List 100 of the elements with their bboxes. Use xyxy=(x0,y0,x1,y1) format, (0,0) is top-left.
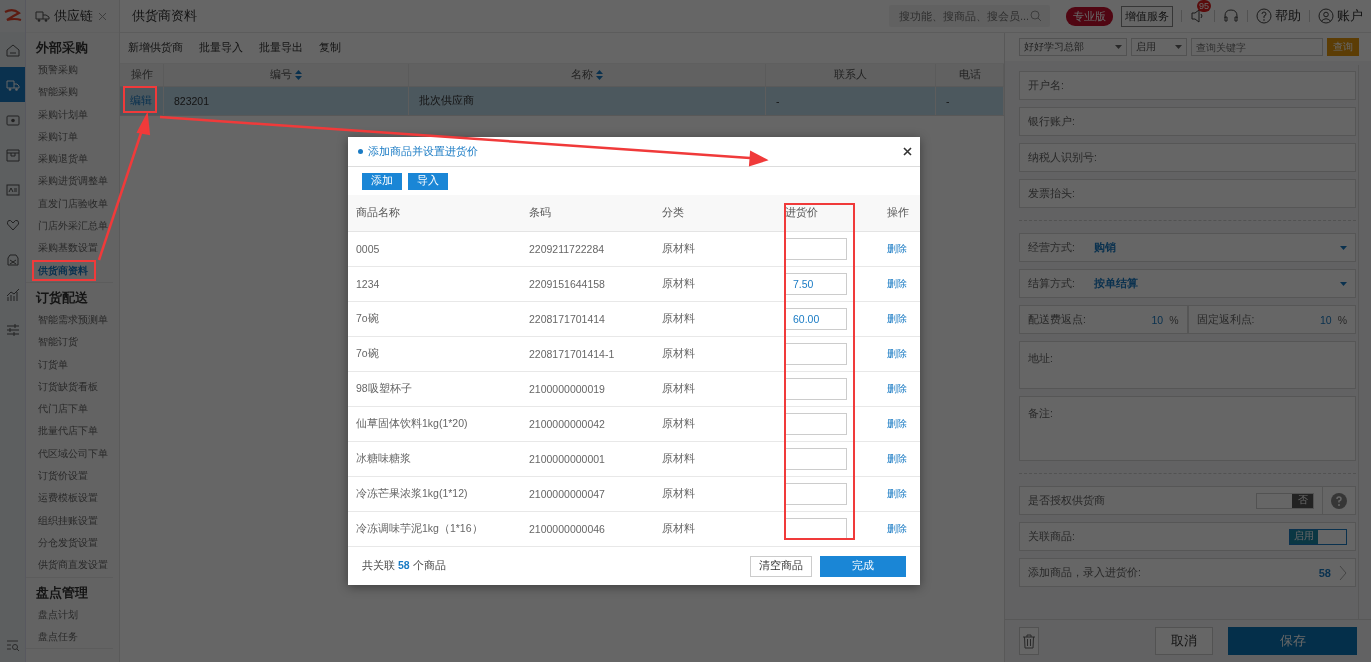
table-cell: 2100000000046 xyxy=(529,523,605,535)
column-header: 条码 xyxy=(529,206,551,220)
table-cell: 98吸塑杯子 xyxy=(356,382,412,396)
close-icon[interactable] xyxy=(903,147,912,156)
sidebar-item[interactable]: 供货商资料 xyxy=(36,259,113,282)
delete-link[interactable]: 删除 xyxy=(887,312,907,326)
edition-badge: 专业版 xyxy=(1066,6,1113,26)
table-cell: 2100000000047 xyxy=(529,488,605,500)
table-cell: 原材料 xyxy=(662,522,695,536)
toolbar-button[interactable]: 批量导入 xyxy=(193,41,249,55)
id-card-icon xyxy=(5,182,20,197)
highlight-frame xyxy=(123,86,157,113)
headset-icon[interactable] xyxy=(1223,8,1239,24)
account-link[interactable]: 账户 xyxy=(1318,7,1363,25)
cancel-button[interactable]: 取消 xyxy=(1155,627,1213,655)
status-select[interactable]: 启用 xyxy=(1131,38,1187,56)
help-link[interactable]: 帮助 xyxy=(1256,7,1301,25)
delete-link[interactable]: 删除 xyxy=(887,417,907,431)
delete-link[interactable]: 删除 xyxy=(887,242,907,256)
table-cell: 2100000000001 xyxy=(529,453,605,465)
table-cell: 2208171701414-1 xyxy=(529,348,615,360)
table-cell: 7o碗 xyxy=(356,312,379,326)
table-cell: 批次供应商 xyxy=(419,94,474,108)
caret-icon xyxy=(1340,245,1347,250)
price-input[interactable]: 60.00 xyxy=(785,308,847,330)
done-button[interactable]: 完成 xyxy=(820,555,906,577)
logo-icon xyxy=(2,8,23,24)
menu-group-title: 外部采购 xyxy=(36,40,89,57)
price-input[interactable]: 7.50 xyxy=(785,273,847,295)
module-title: 供应链 xyxy=(54,7,93,25)
table-cell: 原材料 xyxy=(662,382,695,396)
delete-link[interactable]: 删除 xyxy=(887,522,907,536)
price-input[interactable] xyxy=(785,483,847,505)
table-cell: 原材料 xyxy=(662,487,695,501)
table-cell: 原材料 xyxy=(662,312,695,326)
dialog-title: 添加商品并设置进货价 xyxy=(368,144,478,159)
chart-icon xyxy=(5,287,20,302)
truck-icon xyxy=(5,77,20,92)
column-header: 分类 xyxy=(662,206,684,220)
chevron-right-icon xyxy=(1339,564,1347,581)
search-list-icon[interactable] xyxy=(5,640,20,652)
price-input[interactable] xyxy=(785,448,847,470)
table-cell: 2209211722284 xyxy=(529,243,605,255)
wallet-icon xyxy=(5,112,20,127)
edit-link[interactable]: 编辑 xyxy=(130,94,152,108)
toolbar-button[interactable]: 新增供货商 xyxy=(122,41,189,55)
delete-link[interactable]: 删除 xyxy=(887,347,907,361)
clear-goods-button[interactable]: 清空商品 xyxy=(750,555,812,577)
price-input[interactable] xyxy=(785,238,847,260)
delete-button[interactable] xyxy=(1019,627,1039,655)
speaker-icon[interactable] xyxy=(1190,8,1206,24)
column-header: 商品名称 xyxy=(356,206,400,220)
notification-count-badge: 95 xyxy=(1197,0,1211,12)
menu-group-title: 订货配送 xyxy=(36,289,89,307)
dialog-toolbar-button[interactable]: 添加 xyxy=(362,172,402,190)
table-cell: 冷冻芒果浓浆1kg(1*12) xyxy=(356,487,468,501)
help-icon[interactable] xyxy=(1331,492,1347,509)
home-icon xyxy=(5,42,20,57)
table-row[interactable]: 编辑 823201 批次供应商 - - xyxy=(120,87,1004,116)
price-input[interactable] xyxy=(785,343,847,365)
table-cell: 原材料 xyxy=(662,452,695,466)
table-cell: - xyxy=(946,95,950,107)
price-input[interactable] xyxy=(785,378,847,400)
sort-icon xyxy=(596,70,603,80)
sort-icon xyxy=(295,70,302,80)
save-button[interactable]: 保存 xyxy=(1228,627,1357,655)
toggle-switch[interactable]: 启用 xyxy=(1289,528,1347,545)
highlight-frame xyxy=(32,260,96,281)
table-cell: 2209151644158 xyxy=(529,278,605,290)
user-icon xyxy=(1318,8,1334,24)
caret-icon xyxy=(1340,281,1347,286)
caret-icon xyxy=(1175,45,1182,49)
delete-link[interactable]: 删除 xyxy=(887,382,907,396)
box-icon xyxy=(5,147,20,162)
toolbar-button[interactable]: 复制 xyxy=(313,41,347,55)
help-icon xyxy=(1256,8,1272,24)
table-cell: 2100000000042 xyxy=(529,418,605,430)
delete-link[interactable]: 删除 xyxy=(887,277,907,291)
query-button[interactable]: 查询 xyxy=(1327,38,1359,56)
table-cell: 原材料 xyxy=(662,277,695,291)
table-cell: 2100000000019 xyxy=(529,383,605,395)
sliders-icon xyxy=(5,322,20,337)
table-cell: 原材料 xyxy=(662,417,695,431)
table-cell: 823201 xyxy=(174,95,210,107)
table-cell: 7o碗 xyxy=(356,347,379,361)
column-header[interactable]: 名称 xyxy=(409,64,766,86)
caret-icon xyxy=(1115,45,1122,49)
value-added-service-button[interactable]: 增值服务 xyxy=(1121,5,1173,27)
table-cell: 原材料 xyxy=(662,242,695,256)
column-header: 操作 xyxy=(887,206,909,220)
price-input[interactable] xyxy=(785,413,847,435)
toolbar-button[interactable]: 批量导出 xyxy=(253,41,309,55)
table-cell: 原材料 xyxy=(662,347,695,361)
table-cell: 冷冻调味芋泥1kg（1*16） xyxy=(356,522,483,536)
summary-text: 共关联 58 个商品 xyxy=(362,559,446,573)
delete-link[interactable]: 删除 xyxy=(887,452,907,466)
dialog-toolbar-button[interactable]: 导入 xyxy=(408,172,448,190)
table-cell: - xyxy=(776,95,780,107)
delete-link[interactable]: 删除 xyxy=(887,487,907,501)
truck-icon xyxy=(35,9,50,23)
